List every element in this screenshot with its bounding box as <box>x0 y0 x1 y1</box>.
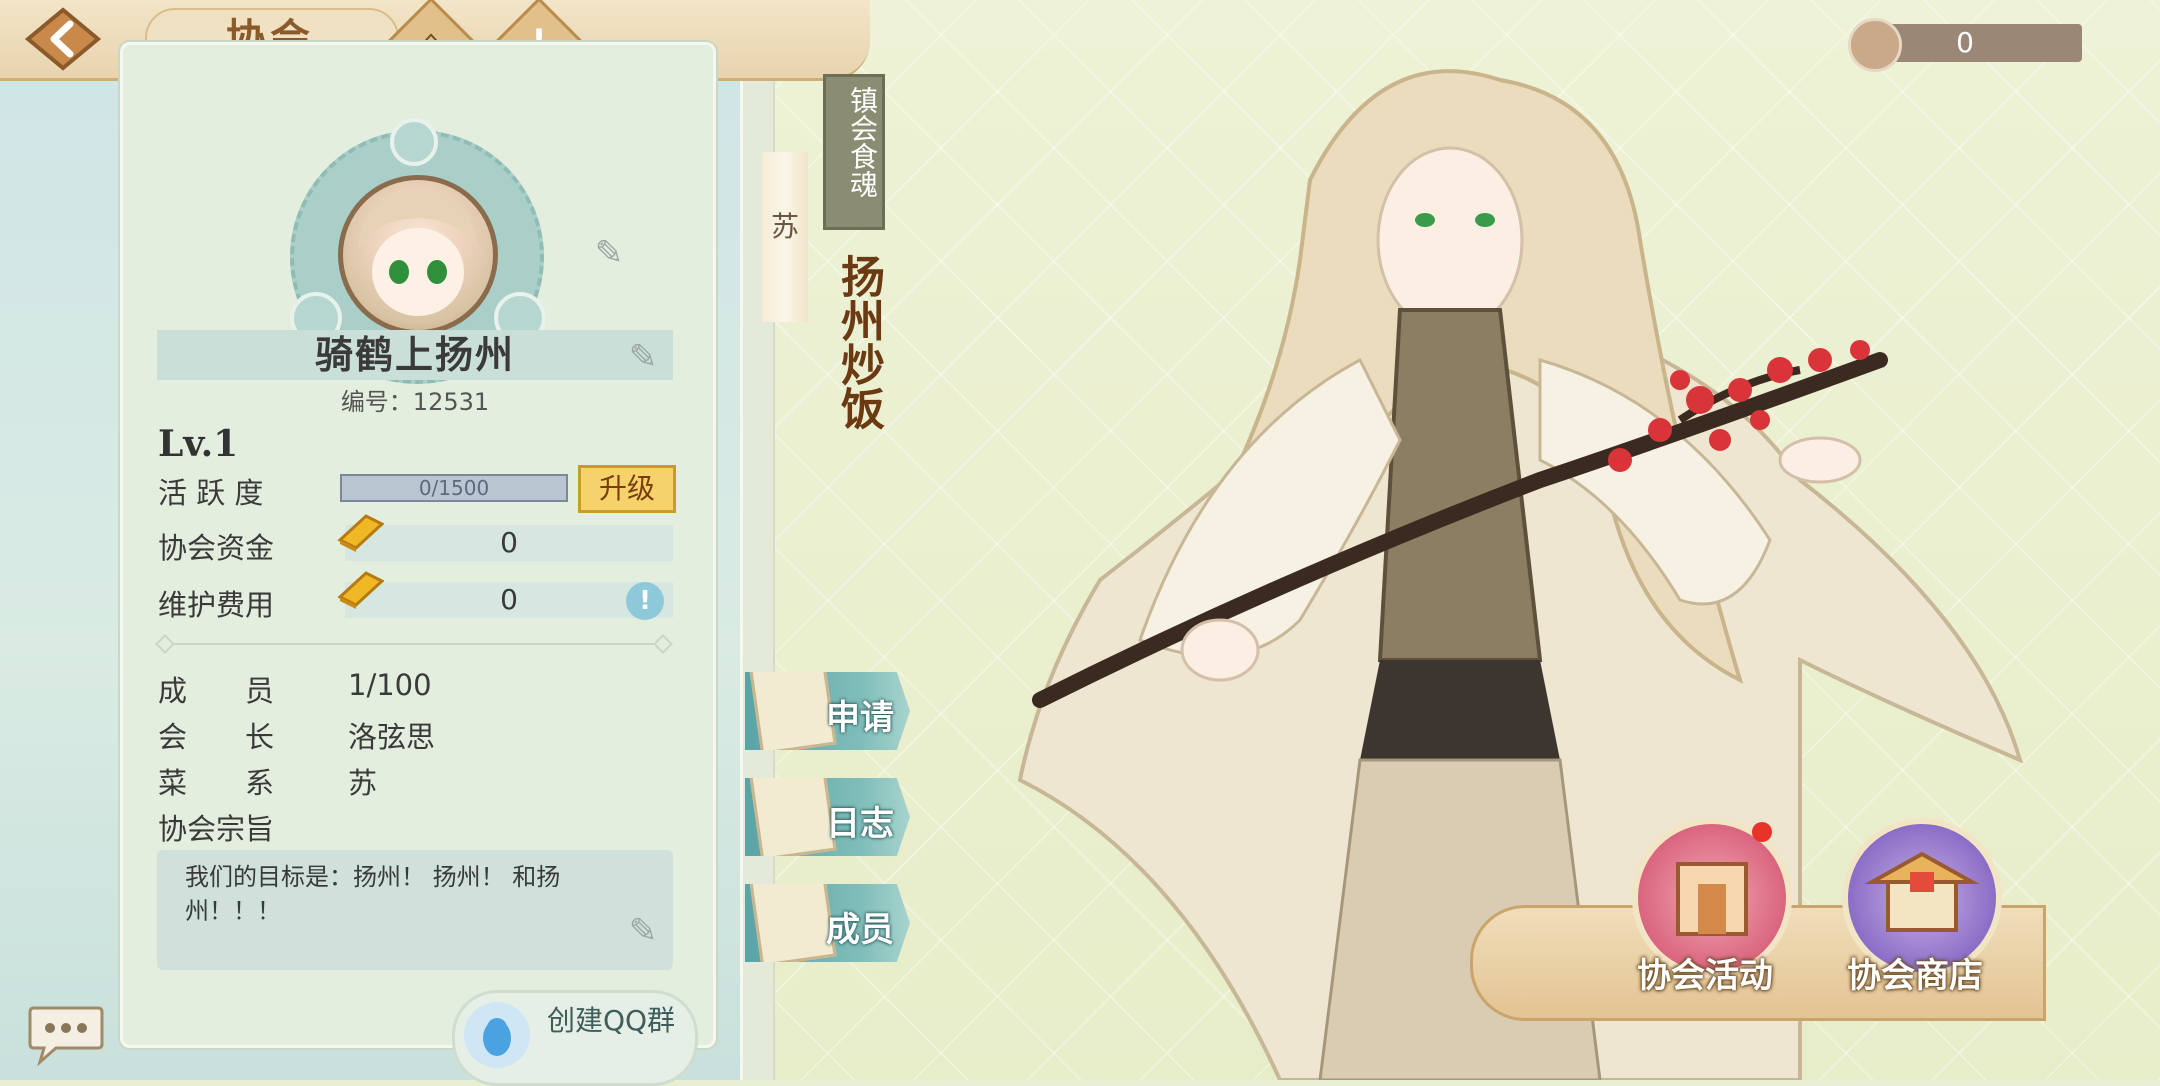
edit-motto-icon[interactable]: ✎ <box>622 910 664 952</box>
tab-members-label: 成员 <box>826 910 894 950</box>
upkeep-info-icon[interactable]: ! <box>626 582 664 620</box>
tab-apply[interactable]: 申请 <box>745 672 910 750</box>
edit-avatar-icon[interactable]: ✎ <box>588 232 630 274</box>
guild-name: 骑鹤上扬州 <box>314 333 515 377</box>
currency-value: 0 <box>1956 26 1974 59</box>
funds-label: 协会资金 <box>158 531 275 565</box>
qq-penguin-icon <box>464 1002 530 1068</box>
avatar-portrait-icon <box>358 191 478 316</box>
activity-progress-text: 0/1500 <box>418 476 490 500</box>
chat-button[interactable] <box>26 1000 106 1067</box>
leader-value: 洛弦思 <box>348 720 436 754</box>
motto-label: 协会宗旨 <box>158 812 275 846</box>
cuisine-value: 苏 <box>348 766 378 800</box>
guild-id: 编号：12531 <box>340 388 490 416</box>
guild-shop-label: 协会商店 <box>1847 956 1983 996</box>
back-button[interactable] <box>18 6 108 72</box>
document-icon <box>749 672 837 750</box>
glove-icon <box>749 884 837 962</box>
cuisine-label: 菜 系 <box>158 766 275 800</box>
create-qq-group-label: 创建QQ群 <box>546 1004 676 1037</box>
speech-bubble-icon <box>28 1006 104 1067</box>
activity-progress-bar: 0/1500 <box>340 474 568 502</box>
leader-label: 会 长 <box>158 720 275 754</box>
frame-knob-top <box>390 118 438 166</box>
upkeep-label: 维护费用 <box>158 588 275 622</box>
members-value: 1/100 <box>348 668 432 702</box>
section-divider <box>160 643 670 645</box>
tab-apply-label: 申请 <box>826 698 894 738</box>
funds-value: 0 <box>500 526 518 559</box>
tab-log-label: 日志 <box>826 804 894 844</box>
guardian-tag-text: 镇会食魂 <box>846 86 879 198</box>
motto-text: 我们的目标是：扬州！ 扬州！ 和扬州！！！ <box>185 863 561 925</box>
upkeep-value: 0 <box>500 583 518 616</box>
cuisine-scroll-text: 苏 <box>770 210 799 243</box>
activity-label: 活 跃 度 <box>158 476 264 510</box>
tab-log[interactable]: 日志 <box>745 778 910 856</box>
members-label: 成 员 <box>158 674 275 708</box>
guild-level: Lv.1 <box>158 423 239 465</box>
edit-name-icon[interactable]: ✎ <box>622 336 664 378</box>
back-arrow-icon <box>24 7 102 71</box>
guild-activity-label: 协会活动 <box>1637 956 1773 996</box>
book-icon <box>749 778 837 856</box>
tab-members[interactable]: 成员 <box>745 884 910 962</box>
upgrade-button[interactable]: 升级 <box>578 465 676 513</box>
notification-dot <box>1752 822 1772 842</box>
food-soul-name: 扬州炒饭 <box>833 254 884 430</box>
guild-avatar[interactable] <box>338 175 498 335</box>
